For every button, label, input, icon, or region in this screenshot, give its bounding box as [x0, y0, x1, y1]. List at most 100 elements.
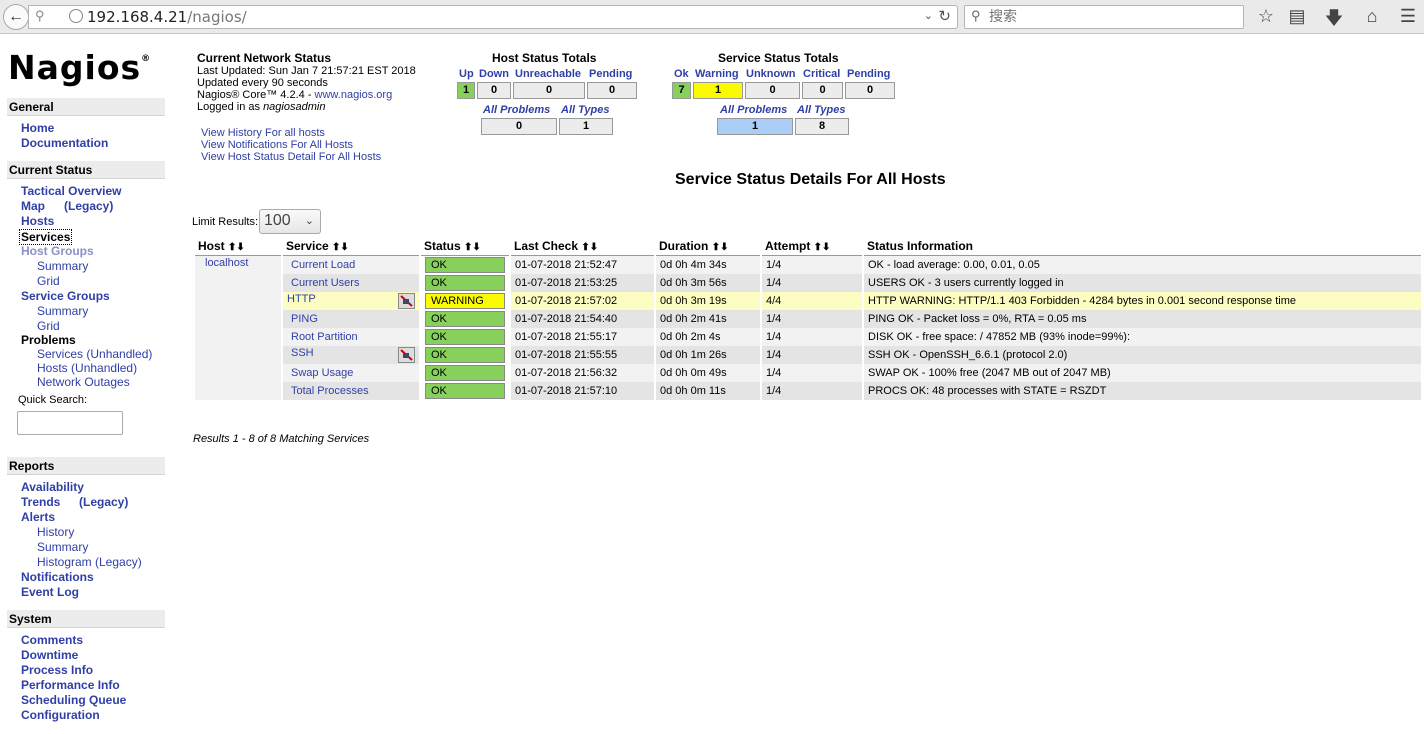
- nav-map-legacy[interactable]: (Legacy): [64, 199, 113, 213]
- host-all-types-label[interactable]: All Types: [561, 104, 610, 116]
- host-unreachable-count[interactable]: 0: [513, 82, 585, 99]
- nav-network-outages[interactable]: Network Outages: [37, 375, 130, 389]
- service-link[interactable]: PING: [287, 313, 318, 325]
- nav-map[interactable]: Map: [21, 199, 45, 213]
- table-row: Total Processes OK 01-07-2018 21:57:10 0…: [195, 382, 1421, 400]
- nav-availability[interactable]: Availability: [21, 480, 84, 494]
- nav-configuration[interactable]: Configuration: [21, 708, 100, 722]
- nav-hostgroup-summary[interactable]: Summary: [37, 259, 88, 273]
- host-down-count[interactable]: 0: [477, 82, 511, 99]
- limit-results-select[interactable]: 100 ⌄: [259, 209, 321, 234]
- attempt-cell: 1/4: [762, 274, 862, 292]
- service-pending-label[interactable]: Pending: [847, 68, 890, 80]
- reload-icon[interactable]: ↻: [938, 7, 951, 25]
- service-warning-label[interactable]: Warning: [695, 68, 739, 80]
- host-all-problems-count[interactable]: 0: [481, 118, 557, 135]
- service-pending-count[interactable]: 0: [845, 82, 895, 99]
- host-all-types-count[interactable]: 1: [559, 118, 613, 135]
- identity-key-icon[interactable]: ⚲: [35, 8, 45, 24]
- service-link[interactable]: SSH: [287, 347, 314, 359]
- host-pending-count[interactable]: 0: [587, 82, 637, 99]
- nav-performance-info[interactable]: Performance Info: [21, 678, 120, 692]
- nav-servicegroup-summary[interactable]: Summary: [37, 304, 88, 318]
- service-critical-count[interactable]: 0: [802, 82, 843, 99]
- service-ok-count[interactable]: 7: [672, 82, 691, 99]
- url-bar[interactable]: ⚲ 192.168.4.21/nagios/ ⌄ ↻: [28, 5, 958, 29]
- host-down-label[interactable]: Down: [479, 68, 509, 80]
- back-arrow-icon[interactable]: ←: [3, 4, 29, 30]
- bookmark-star-icon[interactable]: ☆: [1254, 6, 1278, 27]
- nav-trends-legacy[interactable]: (Legacy): [79, 495, 128, 509]
- nav-scheduling-queue[interactable]: Scheduling Queue: [21, 693, 126, 707]
- browser-search[interactable]: ⚲: [964, 5, 1244, 29]
- host-all-problems-label[interactable]: All Problems: [483, 104, 550, 116]
- link-view-notifications[interactable]: View Notifications For All Hosts: [201, 139, 381, 151]
- service-all-types-count[interactable]: 8: [795, 118, 849, 135]
- nav-service-groups[interactable]: Service Groups: [21, 289, 110, 303]
- nav-problems-services[interactable]: Services: [37, 347, 83, 361]
- browser-search-input[interactable]: [989, 8, 1239, 26]
- service-warning-count[interactable]: 1: [693, 82, 743, 99]
- host-unreachable-label[interactable]: Unreachable: [515, 68, 581, 80]
- sort-arrows-icon[interactable]: ⬆⬇: [464, 242, 481, 253]
- nav-notifications[interactable]: Notifications: [21, 570, 94, 584]
- nav-home[interactable]: Home: [21, 121, 54, 135]
- nav-trends[interactable]: Trends: [21, 495, 60, 509]
- sort-arrows-icon[interactable]: ⬆⬇: [332, 242, 349, 253]
- host-link[interactable]: localhost: [199, 257, 248, 269]
- nav-comments[interactable]: Comments: [21, 633, 83, 647]
- host-pending-label[interactable]: Pending: [589, 68, 632, 80]
- quick-search-input[interactable]: [17, 411, 123, 435]
- nav-hosts[interactable]: Hosts: [21, 214, 54, 228]
- service-all-types-label[interactable]: All Types: [797, 104, 846, 116]
- url-text[interactable]: 192.168.4.21/nagios/: [87, 8, 247, 26]
- service-unknown-label[interactable]: Unknown: [746, 68, 796, 80]
- service-link[interactable]: Root Partition: [287, 331, 358, 343]
- service-link[interactable]: Current Load: [287, 259, 355, 271]
- nav-process-info[interactable]: Process Info: [21, 663, 93, 677]
- sort-arrows-icon[interactable]: ⬆⬇: [228, 242, 245, 253]
- nav-documentation[interactable]: Documentation: [21, 136, 108, 150]
- service-link[interactable]: Current Users: [287, 277, 359, 289]
- nav-downtime[interactable]: Downtime: [21, 648, 78, 662]
- nav-problems-hosts-unhandled[interactable]: Unhandled: [75, 361, 133, 375]
- service-all-problems-count[interactable]: 1: [717, 118, 793, 135]
- link-view-history[interactable]: View History For all hosts: [201, 127, 381, 139]
- host-up-label[interactable]: Up: [459, 68, 474, 80]
- nagios-website-link[interactable]: www.nagios.org: [315, 89, 393, 101]
- notifications-disabled-icon[interactable]: [398, 347, 415, 363]
- service-all-problems-label[interactable]: All Problems: [720, 104, 787, 116]
- host-up-count[interactable]: 1: [457, 82, 475, 99]
- sort-arrows-icon[interactable]: ⬆⬇: [581, 242, 598, 253]
- nav-services[interactable]: Services: [19, 229, 73, 245]
- nav-hostgroup-grid[interactable]: Grid: [37, 274, 60, 288]
- col-status-label: Status: [424, 238, 461, 253]
- nagios-logo[interactable]: Nagios®: [8, 48, 151, 87]
- nav-problems-hosts[interactable]: Hosts: [37, 361, 68, 375]
- col-service: Service ⬆⬇: [283, 236, 419, 256]
- link-view-host-detail[interactable]: View Host Status Detail For All Hosts: [201, 151, 381, 163]
- notifications-disabled-icon[interactable]: [398, 293, 415, 309]
- download-icon[interactable]: 🡇: [1322, 6, 1346, 36]
- url-dropdown-icon[interactable]: ⌄: [924, 9, 933, 22]
- nav-event-log[interactable]: Event Log: [21, 585, 79, 599]
- service-critical-label[interactable]: Critical: [803, 68, 840, 80]
- nav-alerts-histogram[interactable]: Histogram (Legacy): [37, 555, 142, 569]
- nav-alerts-history[interactable]: History: [37, 525, 74, 539]
- nav-tactical-overview[interactable]: Tactical Overview: [21, 184, 122, 198]
- nav-alerts-summary[interactable]: Summary: [37, 540, 88, 554]
- service-unknown-count[interactable]: 0: [745, 82, 800, 99]
- nav-problems-services-unhandled[interactable]: Unhandled: [90, 347, 148, 361]
- service-link[interactable]: HTTP: [287, 293, 316, 305]
- nav-host-groups[interactable]: Host Groups: [21, 244, 94, 258]
- service-link[interactable]: Swap Usage: [287, 367, 353, 379]
- home-icon[interactable]: ⌂: [1360, 6, 1384, 27]
- nav-alerts[interactable]: Alerts: [21, 510, 55, 524]
- reading-list-icon[interactable]: ▤: [1285, 6, 1309, 27]
- service-link[interactable]: Total Processes: [287, 385, 369, 397]
- nav-servicegroup-grid[interactable]: Grid: [37, 319, 60, 333]
- menu-icon[interactable]: ☰: [1396, 6, 1420, 27]
- sort-arrows-icon[interactable]: ⬆⬇: [712, 242, 729, 253]
- sort-arrows-icon[interactable]: ⬆⬇: [814, 242, 831, 253]
- service-ok-label[interactable]: Ok: [674, 68, 689, 80]
